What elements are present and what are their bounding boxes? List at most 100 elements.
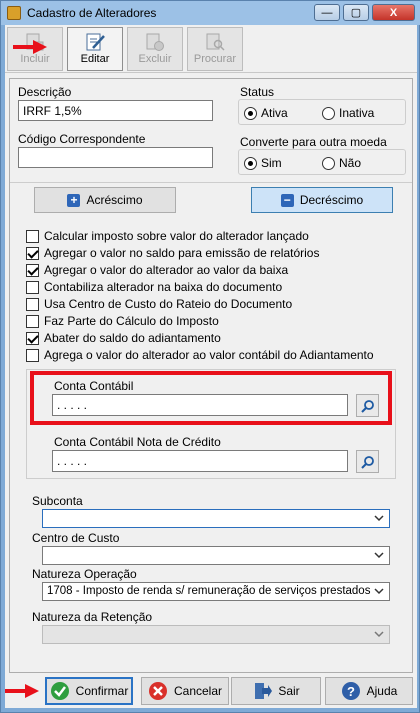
check-calculo-imposto[interactable]: Faz Parte do Cálculo do Imposto (26, 314, 219, 328)
checkbox-icon (26, 314, 39, 328)
check-agregar-saldo[interactable]: Agregar o valor no saldo para emissão de… (26, 246, 319, 260)
exit-door-icon (255, 683, 273, 699)
check-label: Calcular imposto sobre valor do alterado… (44, 229, 309, 243)
codigo-input[interactable] (18, 147, 213, 168)
descricao-label: Descrição (18, 85, 72, 99)
checkbox-icon (26, 297, 39, 311)
svg-text:?: ? (347, 684, 355, 699)
minimize-icon: — (321, 6, 333, 19)
natureza-op-value: 1708 - Imposto de renda s/ remuneração d… (47, 585, 371, 597)
check-label: Abater do saldo do adiantamento (44, 331, 221, 345)
red-arrow-icon (5, 684, 39, 698)
excluir-button[interactable]: Excluir (127, 27, 183, 71)
editar-button[interactable]: Editar (67, 27, 123, 71)
codigo-label: Código Correspondente (18, 132, 146, 146)
natureza-op-select[interactable]: 1708 - Imposto de renda s/ remuneração d… (42, 582, 390, 601)
maximize-icon: ▢ (350, 7, 362, 19)
close-icon: X (389, 6, 398, 19)
status-inativa-radio[interactable]: Inativa (322, 106, 374, 120)
centro-custo-select[interactable] (42, 546, 390, 565)
procurar-button[interactable]: Procurar (187, 27, 243, 71)
cancelar-button[interactable]: Cancelar (141, 677, 229, 705)
edit-document-icon (86, 33, 105, 51)
chevron-down-icon (374, 631, 384, 638)
natureza-ret-label: Natureza da Retenção (32, 610, 153, 624)
checkbox-checked-icon (26, 263, 39, 277)
check-centro-custo-rateio[interactable]: Usa Centro de Custo do Rateio do Documen… (26, 297, 292, 311)
procurar-label: Procurar (193, 53, 237, 65)
app-icon (7, 6, 21, 20)
search-document-icon (206, 33, 225, 51)
conta-contabil-search-button[interactable] (356, 394, 379, 417)
conta-contabil-label: Conta Contábil (54, 379, 134, 393)
red-arrow-icon (13, 40, 47, 54)
moeda-title: Converte para outra moeda (240, 135, 387, 149)
editar-label: Editar (80, 53, 110, 65)
conta-nota-search-button[interactable] (356, 450, 379, 473)
checkbox-checked-icon (26, 246, 39, 260)
check-calcular-imposto[interactable]: Calcular imposto sobre valor do alterado… (26, 229, 309, 243)
window: Cadastro de Alteradores — ▢ X Incluir Ed… (0, 0, 420, 713)
confirmar-button[interactable]: Confirmar (45, 677, 133, 705)
minimize-button[interactable]: — (314, 4, 340, 21)
divider (10, 182, 412, 183)
ajuda-label: Ajuda (366, 684, 398, 698)
conta-nota-input[interactable]: . . . . . (52, 450, 348, 472)
radio-unselected-icon (322, 156, 335, 170)
check-contabiliza[interactable]: Contabiliza alterador na baixa do docume… (26, 280, 282, 294)
search-icon (360, 399, 374, 413)
incluir-label: Incluir (20, 53, 50, 65)
centro-custo-label: Centro de Custo (32, 531, 120, 545)
toolbar: Incluir Editar Excluir Procurar (5, 25, 417, 73)
moeda-sim-label: Sim (261, 156, 282, 170)
check-abater-saldo[interactable]: Abater do saldo do adiantamento (26, 331, 221, 345)
sair-button[interactable]: Sair (231, 677, 321, 705)
radio-selected-icon (244, 156, 257, 170)
check-label: Usa Centro de Custo do Rateio do Documen… (44, 297, 293, 311)
status-inativa-label: Inativa (339, 106, 375, 120)
acrescimo-label: Acréscimo (86, 193, 143, 207)
chevron-down-icon (374, 552, 384, 559)
radio-selected-icon (244, 106, 257, 120)
sair-label: Sair (278, 684, 300, 698)
maximize-button[interactable]: ▢ (343, 4, 369, 21)
conta-nota-label: Conta Contábil Nota de Crédito (54, 435, 221, 449)
chevron-down-icon (374, 588, 384, 595)
natureza-op-label: Natureza Operação (32, 567, 137, 581)
search-icon (360, 455, 374, 469)
subconta-label: Subconta (32, 494, 83, 508)
checkbox-icon (26, 280, 39, 294)
checkbox-icon (26, 348, 39, 362)
check-label: Agrega o valor do alterador ao valor con… (44, 348, 374, 362)
descricao-input[interactable]: IRRF 1,5% (18, 100, 213, 121)
check-label: Faz Parte do Cálculo do Imposto (44, 314, 219, 328)
check-label: Agregar o valor no saldo para emissão de… (44, 246, 320, 260)
window-title: Cadastro de Alteradores (27, 6, 157, 20)
check-agrega-contabil[interactable]: Agrega o valor do alterador ao valor con… (26, 348, 374, 362)
excluir-label: Excluir (138, 53, 172, 65)
chevron-down-icon (374, 515, 384, 522)
help-circle-icon: ? (341, 682, 360, 700)
status-title: Status (240, 85, 275, 99)
dialog-body: Incluir Editar Excluir Procurar Descriçã… (5, 25, 417, 708)
delete-document-icon (146, 33, 164, 51)
form-panel: Descrição IRRF 1,5% Código Correspondent… (9, 78, 413, 673)
decrescimo-button[interactable]: − Decréscimo (251, 187, 393, 213)
natureza-ret-select[interactable] (42, 625, 390, 644)
check-agregar-baixa[interactable]: Agregar o valor do alterador ao valor da… (26, 263, 288, 277)
status-ativa-label: Ativa (261, 106, 288, 120)
status-ativa-radio[interactable]: Ativa (244, 106, 288, 120)
title-bar: Cadastro de Alteradores — ▢ X (1, 1, 420, 25)
close-button[interactable]: X (372, 4, 415, 21)
confirmar-label: Confirmar (75, 684, 129, 698)
check-label: Contabiliza alterador na baixa do docume… (44, 280, 283, 294)
acrescimo-button[interactable]: + Acréscimo (34, 187, 176, 213)
check-label: Agregar o valor do alterador ao valor da… (44, 263, 289, 277)
conta-contabil-input[interactable]: . . . . . (52, 394, 348, 416)
moeda-sim-radio[interactable]: Sim (244, 156, 282, 170)
checkbox-checked-icon (26, 331, 39, 345)
ajuda-button[interactable]: ? Ajuda (325, 677, 413, 705)
decrescimo-label: Decréscimo (299, 193, 364, 207)
subconta-select[interactable] (42, 509, 390, 528)
moeda-nao-radio[interactable]: Não (322, 156, 361, 170)
